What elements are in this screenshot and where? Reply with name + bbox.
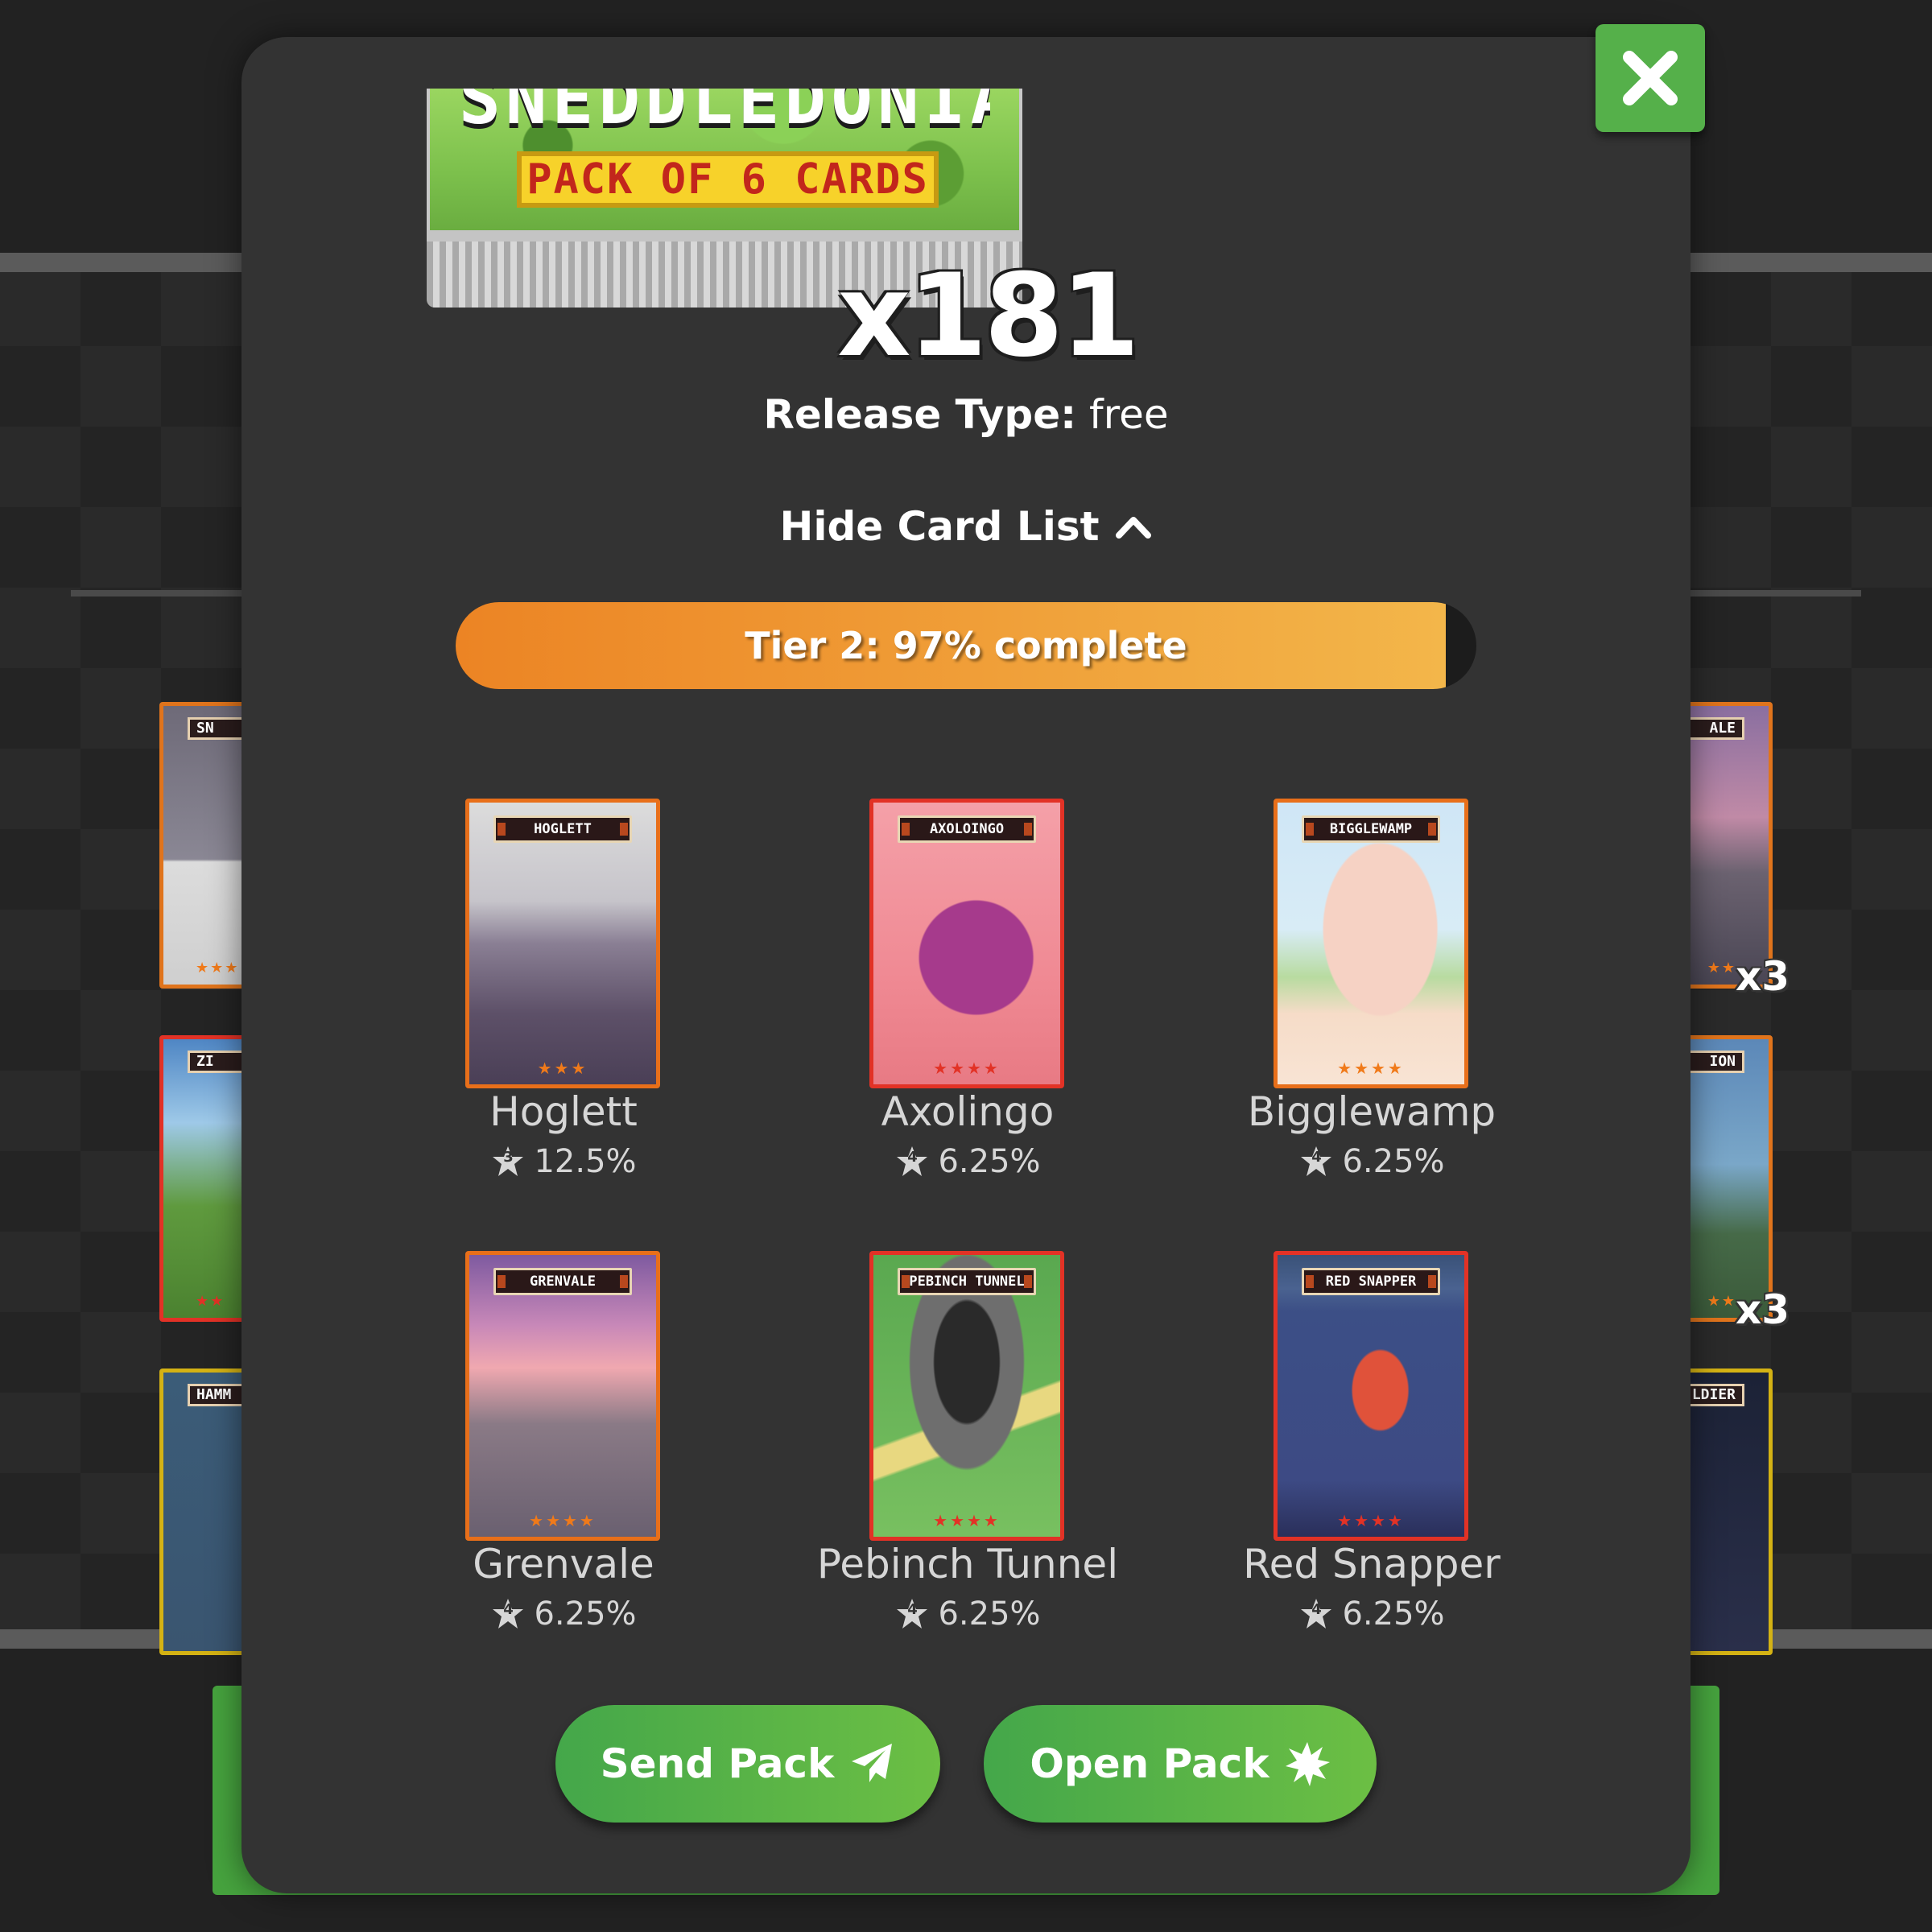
card-tile-grenvale[interactable]: GRENVALE ★★★★ Grenvale 4 6.25%: [370, 1251, 757, 1670]
tier-number: 4: [907, 1149, 918, 1166]
card-banner: AXOLOINGO: [898, 815, 1036, 843]
card-image: GRENVALE ★★★★: [465, 1251, 660, 1541]
card-banner: HOGLETT: [493, 815, 632, 843]
card-name: Red Snapper: [1243, 1541, 1501, 1587]
pack-count: x181: [837, 250, 1140, 382]
background-card-stars: ★★: [196, 1293, 225, 1310]
background-card-stars: ★★: [1707, 1293, 1736, 1310]
drop-rate-value: 12.5%: [534, 1143, 637, 1180]
card-tile-red-snapper[interactable]: RED SNAPPER ★★★★ Red Snapper 4 6.25%: [1179, 1251, 1565, 1670]
tier-number: 4: [503, 1601, 514, 1618]
card-image: PEBINCH TUNNEL ★★★★: [869, 1251, 1064, 1541]
card-name: Grenvale: [473, 1541, 654, 1587]
open-pack-button[interactable]: Open Pack: [984, 1705, 1377, 1823]
tier-progress-label: Tier 2: 97% complete: [745, 624, 1187, 667]
tier-star-icon: 4: [1298, 1144, 1334, 1179]
card-drop-rate: 4 6.25%: [1179, 1596, 1565, 1633]
toggle-card-list-label: Hide Card List: [779, 503, 1100, 550]
burst-icon: [1285, 1742, 1330, 1786]
chevron-up-icon: [1115, 517, 1151, 539]
card-stars: ★★★★: [933, 1059, 1001, 1078]
card-drop-rate: 4 6.25%: [774, 1143, 1161, 1180]
background-card-count: x3: [1736, 953, 1790, 1000]
card-drop-rate: 4 6.25%: [1179, 1143, 1565, 1180]
tier-number: 4: [907, 1601, 918, 1618]
card-name: Hoglett: [489, 1088, 638, 1135]
card-name: Axolingo: [881, 1088, 1055, 1135]
card-banner: GRENVALE: [493, 1268, 632, 1295]
pack-label: PACK OF 6 CARDS: [517, 151, 939, 208]
close-icon: [1623, 51, 1678, 105]
card-banner: BIGGLEWAMP: [1302, 815, 1440, 843]
card-drop-rate: 4 6.25%: [774, 1596, 1161, 1633]
card-name: Bigglewamp: [1247, 1088, 1496, 1135]
card-stars: ★★★: [537, 1059, 588, 1078]
tier-star-icon: 4: [894, 1144, 930, 1179]
card-name: Pebinch Tunnel: [816, 1541, 1119, 1587]
tier-star-icon: 4: [490, 1596, 526, 1632]
card-drop-rate: 3 12.5%: [370, 1143, 757, 1180]
drop-rate-value: 6.25%: [938, 1143, 1041, 1180]
toggle-card-list-button[interactable]: Hide Card List: [773, 494, 1159, 559]
drop-rate-value: 6.25%: [938, 1596, 1041, 1633]
drop-rate-value: 6.25%: [534, 1596, 637, 1633]
card-tile-axolingo[interactable]: AXOLOINGO ★★★★ Axolingo 4 6.25%: [774, 799, 1161, 1217]
card-stars: ★★★★: [1337, 1059, 1405, 1078]
background-card-count: x3: [1736, 1286, 1790, 1333]
drop-rate-value: 6.25%: [1342, 1143, 1445, 1180]
tier-number: 4: [1311, 1149, 1322, 1166]
paper-plane-icon: [852, 1744, 893, 1782]
background-card-stars: ★★★: [196, 960, 240, 976]
card-image: AXOLOINGO ★★★★: [869, 799, 1064, 1088]
card-image: RED SNAPPER ★★★★: [1274, 1251, 1468, 1541]
tier-progress-bar: Tier 2: 97% complete: [456, 602, 1476, 689]
card-tile-pebinch-tunnel[interactable]: PEBINCH TUNNEL ★★★★ Pebinch Tunnel 4 6.2…: [774, 1251, 1161, 1670]
card-image: HOGLETT ★★★: [465, 799, 660, 1088]
tier-star-icon: 4: [1298, 1596, 1334, 1632]
card-banner: RED SNAPPER: [1302, 1268, 1440, 1295]
open-pack-label: Open Pack: [1030, 1740, 1269, 1787]
release-type: Release Type: free: [0, 391, 1932, 438]
release-type-label: Release Type:: [763, 391, 1077, 438]
card-tile-bigglewamp[interactable]: BIGGLEWAMP ★★★★ Bigglewamp 4 6.25%: [1179, 799, 1565, 1217]
tier-star-icon: 4: [894, 1596, 930, 1632]
close-button[interactable]: [1596, 24, 1705, 132]
card-image: BIGGLEWAMP ★★★★: [1274, 799, 1468, 1088]
card-stars: ★★★★: [1337, 1511, 1405, 1530]
send-pack-button[interactable]: Send Pack: [555, 1705, 940, 1823]
card-tile-hoglett[interactable]: HOGLETT ★★★ Hoglett 3 12.5%: [370, 799, 757, 1217]
tier-star-icon: 3: [490, 1144, 526, 1179]
card-banner: PEBINCH TUNNEL: [898, 1268, 1036, 1295]
card-drop-rate: 4 6.25%: [370, 1596, 757, 1633]
tier-number: 3: [503, 1149, 514, 1166]
send-pack-label: Send Pack: [600, 1740, 835, 1787]
drop-rate-value: 6.25%: [1342, 1596, 1445, 1633]
card-stars: ★★★★: [933, 1511, 1001, 1530]
release-type-value: free: [1089, 391, 1169, 438]
card-stars: ★★★★: [529, 1511, 597, 1530]
tier-number: 4: [1311, 1601, 1322, 1618]
background-card-stars: ★★: [1707, 960, 1736, 976]
